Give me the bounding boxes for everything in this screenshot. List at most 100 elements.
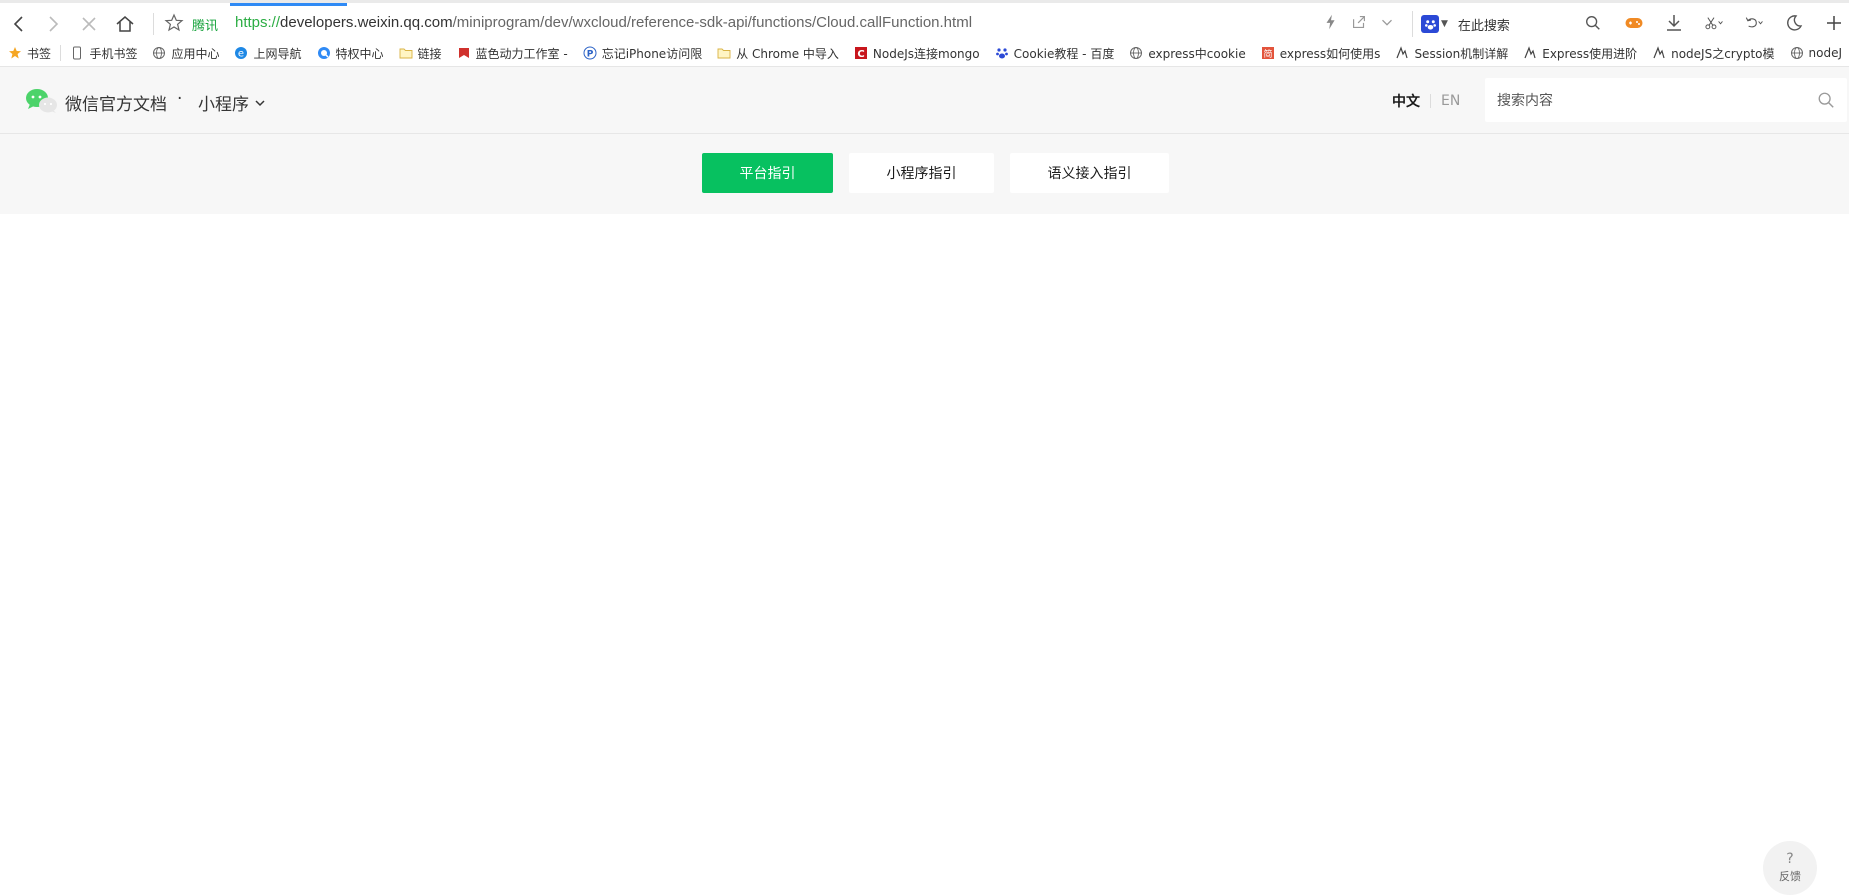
moon-icon: [1787, 15, 1803, 31]
c-icon: C: [854, 46, 868, 60]
bookmark-item[interactable]: Express使用进阶: [1515, 40, 1644, 66]
bookmarks-bar: 书签 手机书签 应用中心 e 上网导航 特权中心 链接 蓝色动力工作室 - P …: [0, 40, 1849, 67]
bookmark-label: 忘记iPhone访问限: [601, 46, 703, 61]
language-switch: 中文 EN: [1392, 91, 1460, 111]
bookmark-item[interactable]: e 上网导航: [226, 40, 308, 66]
address-separator: [153, 13, 154, 35]
lightning-icon[interactable]: [1322, 13, 1340, 31]
night-mode-button[interactable]: [1778, 11, 1810, 35]
bookmark-item[interactable]: 特权中心: [309, 40, 391, 66]
home-icon: [116, 16, 134, 32]
bookmark-label: 书签: [27, 46, 52, 61]
doc-search-input[interactable]: [1495, 90, 1799, 112]
bookmark-item[interactable]: Session机制详解: [1387, 40, 1515, 66]
globe-icon: [1129, 46, 1143, 60]
bookmark-item[interactable]: express中cookie: [1121, 40, 1252, 66]
bookmark-item[interactable]: 从 Chrome 中导入: [709, 40, 846, 66]
screenshot-button[interactable]: [1698, 11, 1730, 35]
platform-guide-tab[interactable]: 平台指引: [702, 153, 833, 193]
search-engine-input[interactable]: 在此搜索: [1458, 15, 1510, 34]
bookmark-item[interactable]: 简 express如何使用s: [1253, 40, 1388, 66]
miniprogram-guide-tab[interactable]: 小程序指引: [849, 153, 994, 193]
search-icon[interactable]: [1584, 14, 1602, 32]
url-host: developers.weixin.qq.com: [280, 14, 453, 31]
bookmark-label: Cookie教程 - 百度: [1013, 46, 1115, 61]
bookmark-label: nodeJ: [1808, 46, 1843, 60]
q-icon: [317, 46, 331, 60]
doc-search-box: [1485, 78, 1847, 122]
bookmark-label: 应用中心: [171, 46, 220, 61]
bookmark-item[interactable]: Cookie教程 - 百度: [987, 40, 1122, 66]
gamepad-icon: [1625, 18, 1643, 28]
folder-icon: [717, 46, 731, 60]
search-icon[interactable]: [1817, 91, 1835, 109]
game-button[interactable]: [1618, 11, 1650, 35]
phone-icon: [70, 46, 84, 60]
bookmark-item[interactable]: P 忘记iPhone访问限: [575, 40, 710, 66]
bookmark-item[interactable]: nodeJS之crypto模: [1644, 40, 1781, 66]
undo-icon: [1745, 17, 1763, 28]
stop-button[interactable]: [76, 11, 102, 37]
undo-button[interactable]: [1738, 11, 1770, 35]
tilde-icon: [1395, 46, 1409, 60]
bookmark-item[interactable]: 应用中心: [144, 40, 226, 66]
back-arrow-icon: [13, 16, 23, 32]
share-icon[interactable]: [1350, 13, 1368, 31]
semantic-guide-tab[interactable]: 语义接入指引: [1010, 153, 1169, 193]
tilde-icon: [1523, 46, 1537, 60]
new-tab-button[interactable]: [1818, 11, 1849, 35]
product-dropdown[interactable]: 小程序: [198, 90, 267, 115]
bookmark-label: 上网导航: [253, 46, 302, 61]
bookmark-item[interactable]: 书签: [0, 40, 58, 66]
bookmark-item[interactable]: nodeJ: [1782, 40, 1849, 66]
download-button[interactable]: [1658, 11, 1690, 35]
site-identity-label[interactable]: 腾讯: [192, 15, 218, 34]
bookmark-label: express如何使用s: [1279, 46, 1381, 61]
lang-separator: [1430, 94, 1431, 108]
bookmark-item[interactable]: 链接: [391, 40, 449, 66]
bookmark-item[interactable]: 手机书签: [62, 40, 144, 66]
main-content: [0, 214, 1849, 895]
close-icon: [82, 17, 96, 31]
url-field[interactable]: https://developers.weixin.qq.com/minipro…: [235, 14, 972, 31]
baidu-paw-icon[interactable]: [1421, 15, 1439, 33]
back-button[interactable]: [6, 11, 32, 37]
search-engine-box[interactable]: ▼ 在此搜索: [1412, 11, 1612, 37]
plus-icon: [1827, 16, 1841, 30]
bookmark-star-icon[interactable]: [164, 13, 184, 33]
globe-icon: [1790, 46, 1804, 60]
folder-icon: [399, 46, 413, 60]
svg-text:e: e: [238, 49, 244, 60]
scissors-icon: [1705, 17, 1723, 30]
site-header: 微信官方文档 · 小程序 中文 EN: [0, 67, 1849, 134]
bookmark-item[interactable]: C NodeJs连接mongo: [846, 40, 987, 66]
svg-text:C: C: [857, 49, 864, 60]
forward-arrow-icon: [49, 16, 59, 32]
url-path: /miniprogram/dev/wxcloud/reference-sdk-a…: [452, 14, 973, 31]
chevron-down-icon[interactable]: [1378, 13, 1396, 31]
engine-dropdown-icon[interactable]: ▼: [1441, 19, 1448, 29]
jian-icon: 简: [1261, 46, 1275, 60]
feedback-button[interactable]: ? 反馈: [1763, 841, 1817, 895]
browser-address-bar: 腾讯 https://developers.weixin.qq.com/mini…: [0, 0, 1849, 40]
guide-nav: 平台指引 小程序指引 语义接入指引: [0, 134, 1849, 214]
bookmark-label: NodeJs连接mongo: [872, 46, 980, 61]
forward-button[interactable]: [40, 11, 66, 37]
page-load-progress: [230, 3, 347, 6]
lang-en-link[interactable]: EN: [1441, 93, 1460, 109]
product-name: 小程序: [198, 95, 249, 115]
site-title[interactable]: 微信官方文档: [65, 90, 167, 115]
bookmark-label: express中cookie: [1148, 46, 1246, 61]
home-button[interactable]: [112, 11, 138, 37]
star-icon: [8, 46, 22, 60]
feedback-label: 反馈: [1779, 870, 1801, 883]
bookmark-item[interactable]: 蓝色动力工作室 -: [449, 40, 575, 66]
ie-icon: e: [234, 46, 248, 60]
url-tools: [1322, 13, 1396, 31]
wechat-logo-icon[interactable]: [25, 88, 59, 114]
lang-zh-link[interactable]: 中文: [1392, 91, 1420, 111]
bookmark-icon: [457, 46, 471, 60]
bookmark-label: 链接: [417, 46, 442, 61]
bookmark-label: Session机制详解: [1414, 46, 1509, 61]
bookmark-label: 蓝色动力工作室 -: [475, 46, 568, 61]
